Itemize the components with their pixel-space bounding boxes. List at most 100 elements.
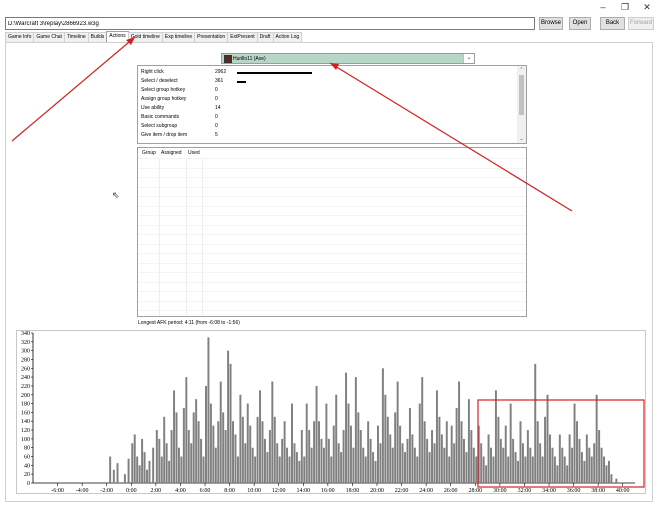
chart-bar xyxy=(227,350,230,483)
open-button[interactable]: Open xyxy=(569,17,591,30)
chart-bar xyxy=(583,460,586,483)
action-list-scrollbar[interactable]: ⌃ ⌄ xyxy=(517,66,526,143)
chart-bar xyxy=(123,474,126,483)
action-row[interactable]: Use ability 14 xyxy=(141,104,511,113)
chart-bar xyxy=(200,438,203,483)
chart-bar xyxy=(362,447,365,483)
chart-bar xyxy=(337,443,340,483)
tab-actions[interactable]: Actions xyxy=(106,31,129,42)
chart-bar xyxy=(345,372,348,483)
chart-bar xyxy=(404,452,406,483)
y-tick-label: 240 xyxy=(21,375,30,381)
chart-bar xyxy=(408,408,411,483)
column-divider xyxy=(159,158,160,316)
chart-bar xyxy=(541,456,544,483)
chevron-down-icon[interactable]: ⌄ xyxy=(463,54,474,63)
scroll-thumb[interactable] xyxy=(519,75,524,115)
chart-bar xyxy=(431,430,434,483)
chart-bar xyxy=(480,443,483,483)
chart-bar xyxy=(573,403,576,483)
x-tick-label: 2:00 xyxy=(151,488,162,494)
tab-timeline[interactable]: Timeline xyxy=(63,32,89,42)
x-tick-label: 40:00 xyxy=(616,488,630,494)
browse-button[interactable]: Browse xyxy=(539,17,563,30)
column-header-used[interactable]: Used xyxy=(188,150,200,156)
column-header-assigned[interactable]: Assigned xyxy=(161,150,182,156)
chart-bar xyxy=(568,434,571,483)
forward-button[interactable]: Forward xyxy=(628,17,654,30)
table-row-line xyxy=(138,253,526,254)
minimize-button[interactable]: – xyxy=(592,0,614,14)
chart-bar xyxy=(406,438,409,483)
back-button[interactable]: Back xyxy=(600,17,625,30)
chart-bar xyxy=(490,447,492,483)
y-tick-label: 80 xyxy=(24,446,30,452)
action-row[interactable]: Select subgroup 0 xyxy=(141,122,511,131)
chart-bar xyxy=(477,425,480,483)
chart-bar xyxy=(519,421,522,483)
chart-bar xyxy=(440,434,443,483)
column-divider xyxy=(202,158,203,316)
tab-presentation[interactable]: Presentation xyxy=(194,32,229,42)
chart-bar xyxy=(249,425,252,483)
chart-bar xyxy=(463,438,465,483)
chart-bar xyxy=(502,447,505,483)
action-row[interactable]: Select / deselect 361 xyxy=(141,77,511,86)
replay-path-input[interactable] xyxy=(5,17,535,30)
y-tick-label: 300 xyxy=(21,349,30,355)
chart-bar xyxy=(509,403,512,483)
action-row[interactable]: Right click 2962 xyxy=(141,68,511,77)
chart-bar xyxy=(497,416,500,483)
afk-period-text: Longest AFK period: 4:11 (from -6:08 to … xyxy=(138,320,240,326)
column-header-group[interactable]: Group xyxy=(142,150,156,156)
chart-bar xyxy=(369,438,372,483)
action-label: Use ability xyxy=(141,105,165,111)
tab-builds[interactable]: Builds xyxy=(87,32,108,42)
tab-exp-timeline[interactable]: Exp timeline xyxy=(161,32,196,42)
chart-bar xyxy=(494,390,497,483)
chart-bar xyxy=(320,438,323,483)
action-label: Basic commands xyxy=(141,114,180,120)
action-count: 5 xyxy=(215,132,218,138)
chart-bar xyxy=(138,465,141,483)
close-button[interactable]: ✕ xyxy=(636,0,658,14)
table-row-line xyxy=(138,177,526,178)
hotkey-groups-table[interactable]: Group Assigned Used xyxy=(137,147,527,317)
action-breakdown-list[interactable]: Right click 2962 Select / deselect 361 Selec… xyxy=(137,65,527,144)
chart-bar xyxy=(492,456,495,483)
chart-bar xyxy=(165,443,168,483)
chart-bar xyxy=(595,394,598,483)
tab-game-info[interactable]: Game Info xyxy=(5,32,35,42)
action-row[interactable]: Basic commands 0 xyxy=(141,113,511,122)
chart-bar xyxy=(236,456,239,483)
chart-bar xyxy=(359,430,362,483)
scroll-up-icon[interactable]: ⌃ xyxy=(517,66,526,74)
tab-action-log[interactable]: Action Log xyxy=(272,32,303,42)
chart-bar xyxy=(544,416,547,483)
chart-bar xyxy=(472,447,475,483)
y-tick-label: 20 xyxy=(24,472,30,478)
action-row[interactable]: Select group hotkey 0 xyxy=(141,86,511,95)
tab-gold-timeline[interactable]: Gold timeline xyxy=(127,32,163,42)
chart-bar xyxy=(364,456,367,483)
chart-bar xyxy=(173,390,176,483)
action-count: 361 xyxy=(215,78,224,84)
chart-bar xyxy=(585,434,588,483)
tab-extpresent[interactable]: ExtPresent xyxy=(227,32,258,42)
maximize-button[interactable]: ❐ xyxy=(614,0,636,14)
chart-bar xyxy=(303,456,306,483)
tab-game-chat[interactable]: Game Chat xyxy=(33,32,65,42)
chart-bar xyxy=(399,425,402,483)
tab-draft[interactable]: Draft xyxy=(256,32,274,42)
chart-bar xyxy=(197,421,200,483)
table-row-line xyxy=(138,310,526,311)
chart-bar xyxy=(458,381,461,483)
chart-bar xyxy=(325,403,328,483)
scroll-down-icon[interactable]: ⌄ xyxy=(517,135,526,143)
table-row-line xyxy=(138,272,526,273)
player-dropdown[interactable]: Hurillo11 (Axe) ⌄ xyxy=(221,53,475,64)
action-row[interactable]: Assign group hotkey 0 xyxy=(141,95,511,104)
chart-bar xyxy=(435,390,438,483)
action-row[interactable]: Give item / drop item 5 xyxy=(141,131,511,140)
table-row-line xyxy=(138,158,526,159)
